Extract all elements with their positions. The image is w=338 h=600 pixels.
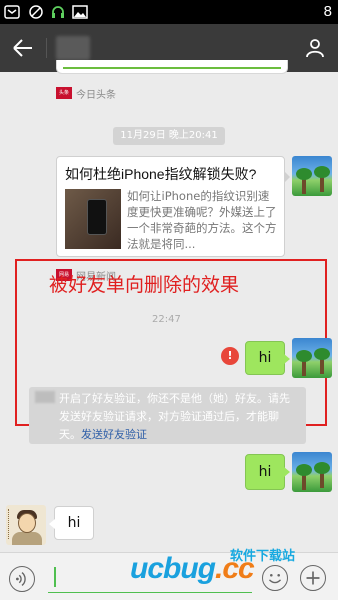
source-label: 今日头条 <box>76 89 116 101</box>
watermark-logo: ucbug.cc <box>130 552 255 585</box>
voice-input-icon[interactable] <box>9 566 35 592</box>
message-bubble-sent[interactable]: hi <box>245 454 290 490</box>
contact-name-redacted <box>56 36 90 60</box>
status-time: 8 <box>323 3 332 20</box>
emoji-icon[interactable] <box>262 565 288 591</box>
article-description: 如何让iPhone的指纹识别速度更快更准确呢？外媒送上了一个非常奇葩的方法。这个… <box>127 189 277 251</box>
contact-avatar[interactable] <box>6 505 46 545</box>
plus-icon[interactable] <box>300 565 326 591</box>
status-bar: 8 <box>0 0 338 24</box>
article-thumbnail <box>65 189 121 249</box>
wechat-notification-icon <box>4 5 20 19</box>
message-bubble-received[interactable]: hi <box>49 506 94 540</box>
avatar[interactable] <box>292 452 332 492</box>
system-message: 开启了好友验证，你还不是他（她）好友。请先发送好友验证请求，对方验证通过后，才能… <box>29 387 306 444</box>
previous-article-card[interactable] <box>56 60 288 74</box>
article-card[interactable]: 如何杜绝iPhone指纹解锁失败? 如何让iPhone的指纹识别速度更快更准确呢… <box>56 156 290 257</box>
article-title: 如何杜绝iPhone指纹解锁失败? <box>65 166 257 182</box>
contact-name-redacted <box>35 391 55 403</box>
blocked-icon <box>29 5 43 19</box>
message-text: hi <box>258 464 272 480</box>
message-bubble-sent[interactable]: hi <box>245 341 290 375</box>
message-text: hi <box>258 350 272 366</box>
avatar[interactable] <box>292 156 332 196</box>
hidden-timestamp: 22:47 <box>152 314 181 325</box>
chat-info-icon[interactable] <box>302 36 328 60</box>
image-icon <box>72 5 88 19</box>
text-cursor <box>54 567 56 587</box>
message-timestamp: 11月29日 晚上20:41 <box>113 127 225 145</box>
send-failed-icon[interactable]: ! <box>221 347 239 365</box>
article-source-toutiao: 头条 今日头条 <box>56 85 116 101</box>
annotation-label: 被好友单向删除的效果 <box>49 274 240 296</box>
header-divider <box>46 38 47 58</box>
send-verification-link[interactable]: 发送好友验证 <box>81 428 147 441</box>
message-text: hi <box>67 515 81 531</box>
toutiao-logo: 头条 <box>56 87 72 99</box>
headphones-icon <box>52 6 64 18</box>
avatar[interactable] <box>292 338 332 378</box>
back-arrow-icon[interactable] <box>10 36 36 60</box>
